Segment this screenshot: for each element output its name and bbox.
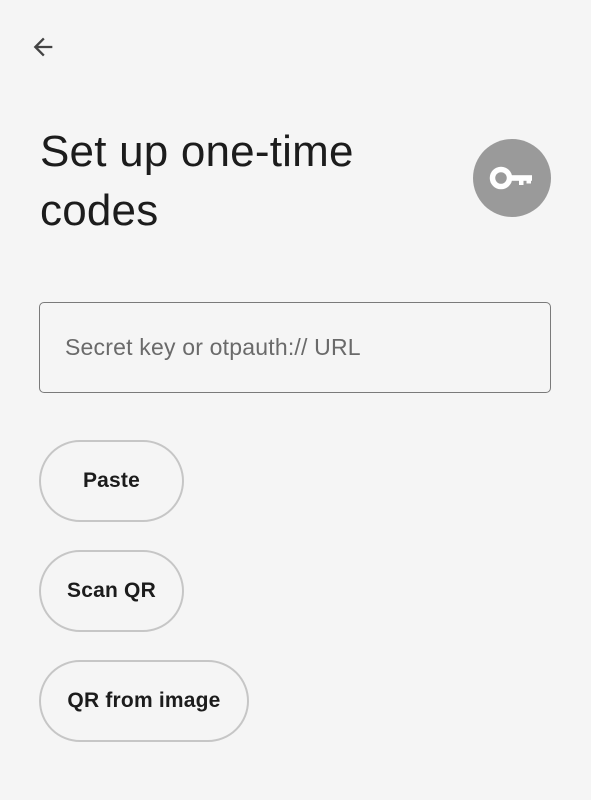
secret-key-input[interactable]	[39, 302, 551, 393]
page-title: Set up one-time codes	[40, 127, 354, 235]
paste-button[interactable]: Paste	[39, 440, 184, 522]
arrow-left-icon	[29, 33, 57, 61]
scan-qr-button[interactable]: Scan QR	[39, 550, 184, 632]
key-avatar	[473, 139, 551, 217]
qr-from-image-button[interactable]: QR from image	[39, 660, 249, 742]
key-icon	[489, 165, 535, 191]
back-button[interactable]	[22, 26, 64, 68]
